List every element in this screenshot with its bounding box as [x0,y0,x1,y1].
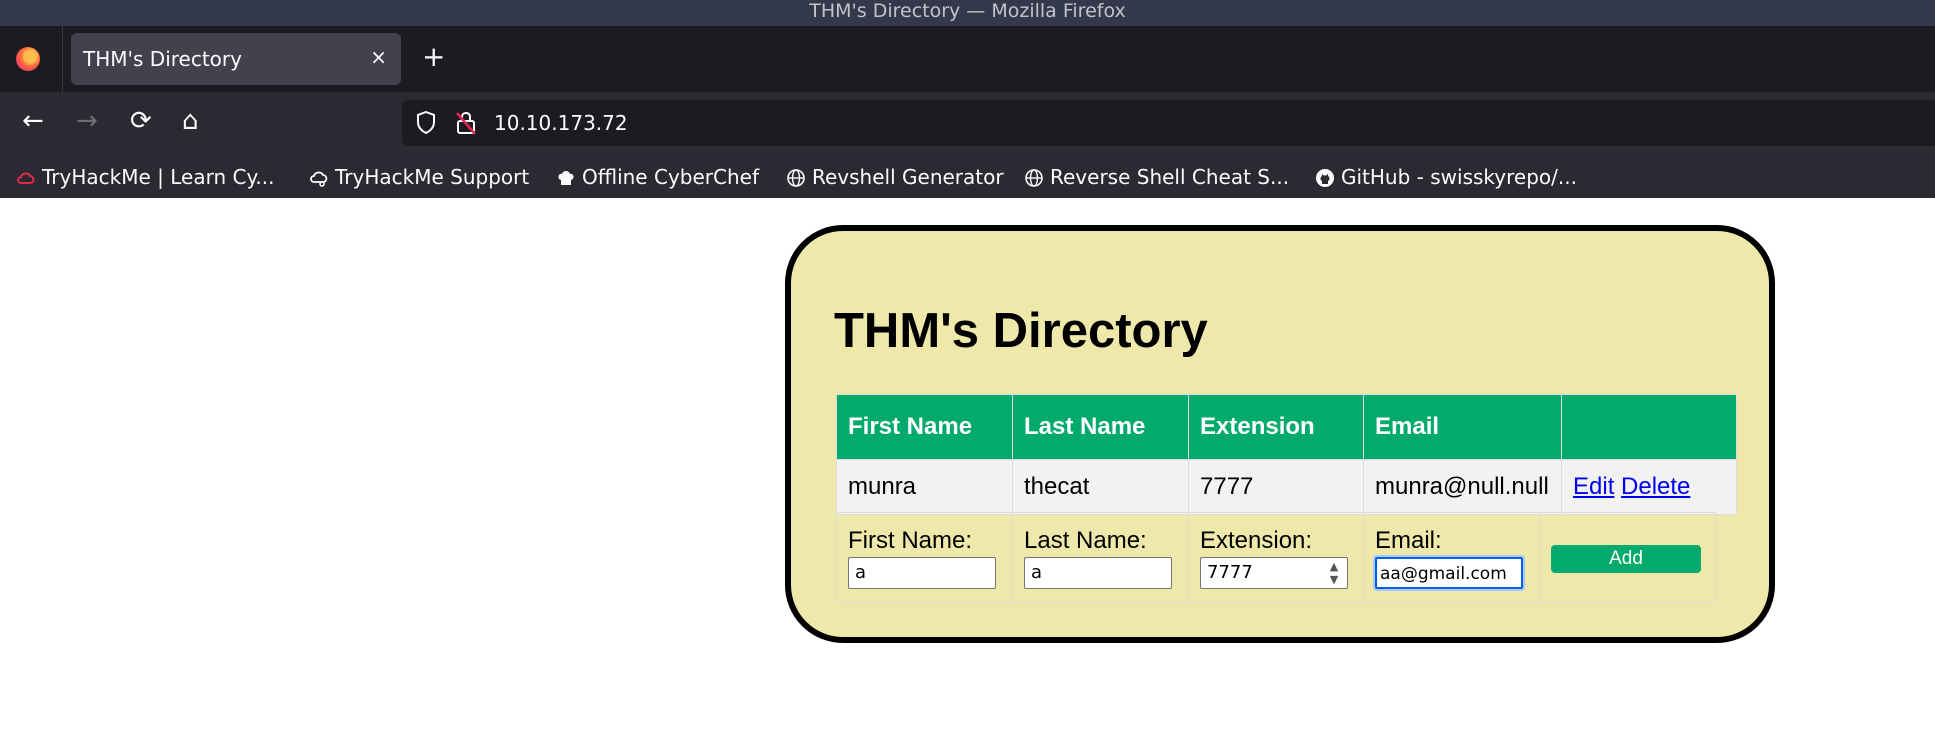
tab-divider [62,26,63,92]
table-row: munra thecat 7777 munra@null.null Edit D… [836,459,1737,515]
bookmark-reverse-shell-cheat[interactable]: Reverse Shell Cheat S... [1024,164,1289,190]
first-name-label: First Name: [848,526,973,554]
cloud-icon [310,171,328,187]
tryhackme-icon [17,172,35,184]
tab-thms-directory[interactable]: THM's Directory × [71,33,401,85]
first-name-input[interactable]: a [848,556,996,589]
number-spinner-icon[interactable]: ▲ ▼ [1324,560,1344,586]
delete-link[interactable]: Delete [1621,473,1690,500]
add-button[interactable]: Add [1551,544,1701,573]
email-label: Email: [1375,526,1442,554]
email-input[interactable]: aa@gmail.com [1373,554,1525,591]
bookmark-label: Offline CyberChef [582,165,759,189]
bookmark-label: TryHackMe Support [335,165,530,189]
bookmark-tryhackme-support[interactable]: TryHackMe Support [309,164,529,190]
home-icon[interactable]: ⌂ [182,106,199,136]
back-icon[interactable]: ← [22,106,44,136]
shield-icon[interactable] [416,111,436,134]
directory-table: First Name Last Name Extension Email mun… [836,394,1737,515]
column-header-last-name: Last Name [1012,394,1189,460]
column-header-extension: Extension [1188,394,1364,460]
bookmarks-toolbar: TryHackMe | Learn Cy... TryHackMe Suppor… [0,154,1935,198]
url-text[interactable]: 10.10.173.72 [494,111,628,135]
column-header-actions [1561,394,1737,460]
extension-label: Extension: [1200,526,1313,554]
form-cell-first-name: First Name: a [836,512,1013,603]
tab-strip: THM's Directory × + [0,26,1935,92]
cell-last-name: thecat [1012,459,1189,515]
navigation-toolbar: ← → ⟳ ⌂ 10.10.173.72 [0,92,1935,154]
bookmark-label: Revshell Generator [812,165,1004,189]
reload-icon[interactable]: ⟳ [130,106,152,136]
add-entry-form: First Name: a Last Name: a Extension: 77… [836,512,1716,603]
form-row: First Name: a Last Name: a Extension: 77… [836,512,1716,603]
bookmark-revshell-generator[interactable]: Revshell Generator [786,164,1004,190]
column-header-email: Email [1363,394,1562,460]
column-header-first-name: First Name [836,394,1013,460]
window-title: THM's Directory — Mozilla Firefox [0,0,1935,26]
directory-card: THM's Directory First Name Last Name Ext… [785,225,1775,643]
bookmark-label: TryHackMe | Learn Cy... [42,165,275,189]
bookmark-label: GitHub - swisskyrepo/... [1341,165,1577,189]
last-name-input[interactable]: a [1024,556,1172,589]
github-icon [1316,169,1334,187]
forward-icon[interactable]: → [76,106,98,136]
form-cell-email: Email: aa@gmail.com [1363,512,1540,603]
cell-email: munra@null.null [1363,459,1562,515]
close-tab-icon[interactable]: × [370,45,387,69]
cell-actions: Edit Delete [1561,459,1737,515]
url-bar[interactable]: 10.10.173.72 [402,100,1935,146]
page-title: THM's Directory [834,304,1208,358]
tab-title: THM's Directory [83,47,242,71]
form-cell-last-name: Last Name: a [1012,512,1189,603]
extension-value: 7777 [1207,561,1253,583]
bookmark-github-swisskyrepo[interactable]: GitHub - swisskyrepo/... [1315,164,1577,190]
cell-extension: 7777 [1188,459,1364,515]
firefox-logo-icon[interactable] [16,47,40,71]
edit-link[interactable]: Edit [1573,473,1614,500]
bookmark-label: Reverse Shell Cheat S... [1050,165,1290,189]
insecure-lock-icon[interactable] [456,111,476,135]
form-cell-extension: Extension: 7777 ▲ ▼ [1188,512,1364,603]
table-header-row: First Name Last Name Extension Email [836,394,1737,460]
bookmark-tryhackme[interactable]: TryHackMe | Learn Cy... [16,164,275,190]
extension-input[interactable]: 7777 ▲ ▼ [1200,556,1348,589]
cell-first-name: munra [836,459,1013,515]
globe-icon [787,169,805,187]
bookmark-offline-cyberchef[interactable]: Offline CyberChef [556,164,759,190]
new-tab-icon[interactable]: + [422,42,445,72]
chef-hat-icon [558,171,574,185]
form-cell-add: Add [1539,512,1716,603]
globe-icon [1025,169,1043,187]
last-name-label: Last Name: [1024,526,1147,554]
